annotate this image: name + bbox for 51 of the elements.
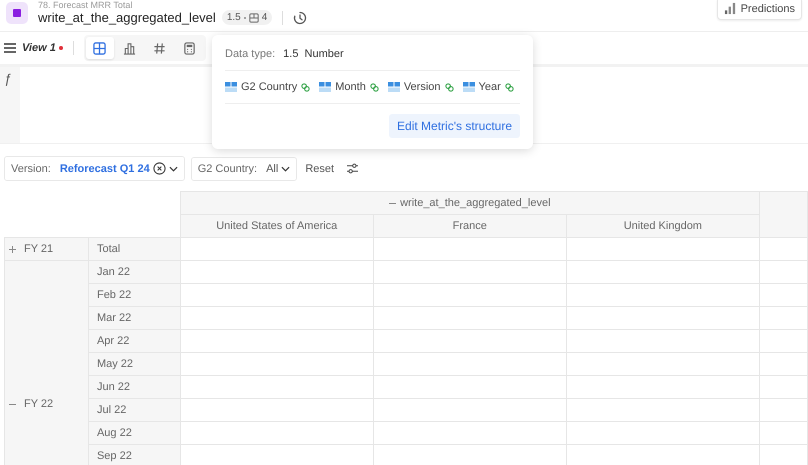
column-group-header[interactable]: write_at_the_aggregated_level [180,192,760,214]
data-type-label: Data type: [225,48,276,60]
predictions-button[interactable]: Predictions [716,0,802,20]
period-row-header: May 22 [88,352,180,376]
edit-structure-button[interactable]: Edit Metric's structure [389,114,520,138]
grid-icon [93,42,106,54]
dimension-name: Version [404,81,441,93]
calculator-icon [183,42,196,54]
period-row-header: Total [88,238,180,260]
data-type-value: 1.5 Number [283,48,344,60]
column-header: United Kingdom [566,214,760,238]
history-icon[interactable] [293,10,308,24]
view-name[interactable]: View 1 [22,42,56,54]
period-row-header: Jul 22 [88,398,180,422]
dimensions-icon [248,12,259,22]
filter-dropdown[interactable]: Version: Reforecast Q1 24 [4,156,185,181]
column-header: France [373,214,566,238]
column-header: United States of America [180,214,374,238]
dimension-name: G2 Country [241,81,298,93]
period-row-header: Jan 22 [88,260,180,284]
period-row-header: Feb 22 [88,284,180,306]
dimension-icon [388,82,400,92]
formula-symbol: ƒ [0,67,20,143]
period-row-header: Jun 22 [88,376,180,398]
dimension-name: Year [478,81,501,93]
chevron-down-icon [281,166,290,172]
period-row-header: Aug 22 [88,422,180,444]
grid-view-button[interactable] [86,37,114,59]
period-row-header: Mar 22 [88,306,180,330]
period-row-header: Sep 22 [88,444,180,465]
dimension-count: 4 [262,12,268,23]
hash-icon [153,42,166,54]
chevron-down-icon [168,166,178,172]
dimension-name: Month [335,81,366,93]
period-row-header: Apr 22 [88,330,180,352]
dimension-icon [225,82,237,92]
metric-title: write_at_the_aggregated_level [38,10,216,25]
settings-sliders-icon[interactable] [346,163,360,174]
bar-chart-icon [123,42,136,54]
menu-icon[interactable] [4,43,16,53]
clear-icon[interactable] [152,162,166,175]
year-row-header[interactable]: FY 22 [5,393,54,415]
filter-dropdown[interactable]: G2 Country: All [190,156,298,180]
reset-button[interactable]: Reset [303,160,340,176]
data-type-label: 1.5 [226,12,241,23]
expand-icon[interactable] [9,246,16,252]
dimension-icon [462,82,475,92]
breadcrumb: 78. Forecast MRR Total [38,0,134,10]
dimension-icon [319,82,332,92]
metric-icon [6,2,28,24]
bar-chart-icon [724,2,737,15]
